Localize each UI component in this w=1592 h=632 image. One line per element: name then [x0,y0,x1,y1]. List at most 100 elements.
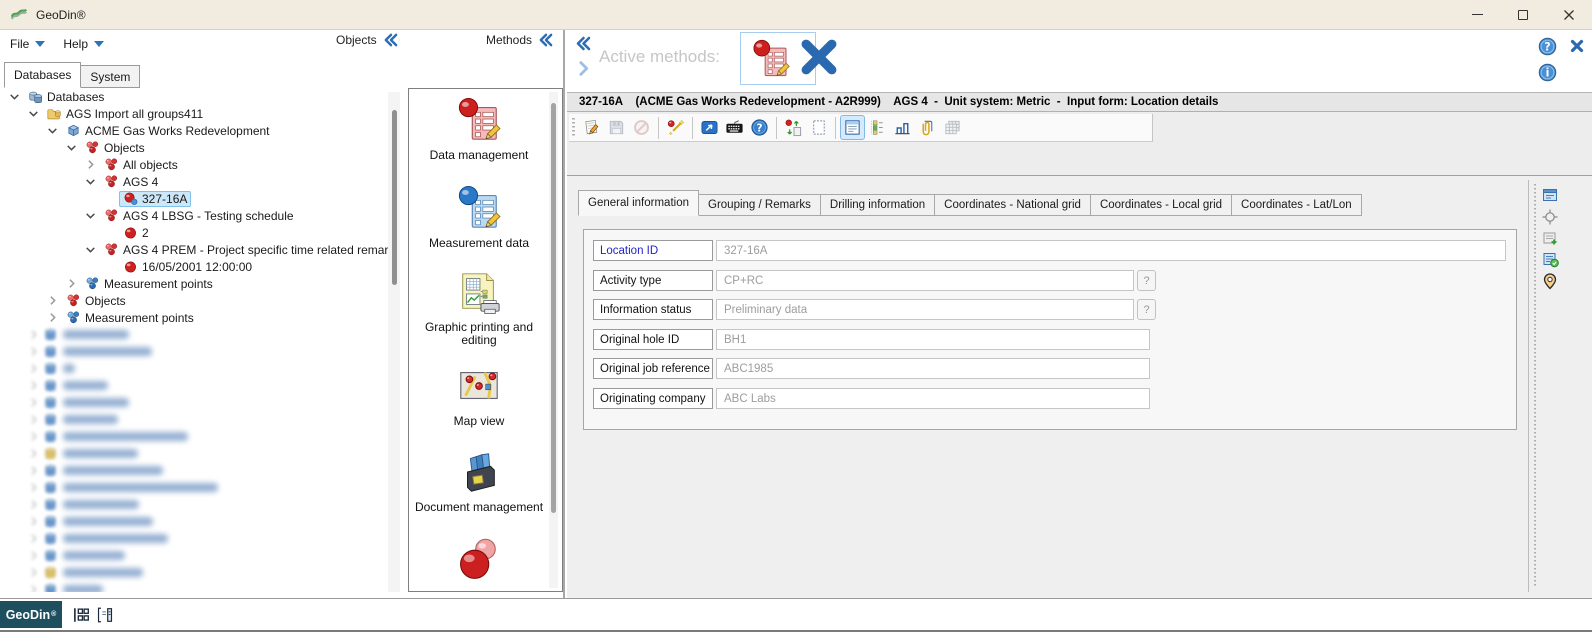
keyboard-button[interactable] [722,115,747,140]
tree-node-redacted[interactable] [0,513,388,530]
collapse-icon[interactable] [27,107,40,120]
collapse-icon[interactable] [84,243,97,256]
form-check-icon[interactable] [1541,250,1559,268]
tree-node-redacted[interactable] [0,496,388,513]
tree-node-redacted[interactable] [0,326,388,343]
menu-help[interactable]: Help [63,37,104,51]
expand-icon[interactable] [27,362,40,375]
attachments-button[interactable] [915,115,940,140]
method-measurement-data[interactable]: Measurement data [409,185,549,250]
chart-view-button[interactable] [890,115,915,140]
edit-button[interactable] [579,115,604,140]
form-add-icon[interactable] [1541,229,1559,247]
collapse-icon[interactable] [65,141,78,154]
tree-node-redacted[interactable] [0,547,388,564]
tree-node[interactable]: 16/05/2001 12:00:00 [0,258,388,275]
original-hole-id-input[interactable] [716,329,1150,350]
screen-view-button[interactable] [697,115,722,140]
tree-node[interactable]: 2 [0,224,388,241]
close-button[interactable] [1546,0,1592,29]
tree-node[interactable]: Objects [0,139,388,156]
expand-icon[interactable] [27,396,40,409]
expand-right-icon[interactable] [578,61,589,76]
tree-node-redacted[interactable] [0,530,388,547]
new-document-button[interactable] [806,115,831,140]
expand-icon[interactable] [27,447,40,460]
panel-splitter[interactable] [563,30,565,598]
tree-node[interactable]: AGS 4 LBSG - Testing schedule [0,207,388,224]
originating-company-input[interactable] [716,388,1150,409]
close-panel-icon[interactable] [1570,39,1584,53]
tree-node-redacted[interactable] [0,581,388,592]
tree-node-redacted[interactable] [0,377,388,394]
methods-panel-collapse[interactable]: Methods [486,33,553,47]
tree-node[interactable]: AGS Import all groups411 [0,105,388,122]
methods-scrollbar-thumb[interactable] [551,103,556,513]
cancel-button[interactable] [629,115,654,140]
collapse-icon[interactable] [84,175,97,188]
maximize-button[interactable] [1500,0,1546,29]
wizard-button[interactable] [663,115,688,140]
method-data-management[interactable]: Data management [409,97,549,162]
crosshair-icon[interactable] [1541,208,1559,226]
form-view-button[interactable] [840,115,865,140]
tab-drilling-information[interactable]: Drilling information [821,194,935,216]
tree-node-redacted[interactable] [0,394,388,411]
tab-general-information[interactable]: General information [578,190,699,216]
minimize-button[interactable] [1454,0,1500,29]
tree-node-selected[interactable]: 327-16A [0,190,388,207]
expand-icon[interactable] [27,379,40,392]
tree-node[interactable]: Objects [0,292,388,309]
tree-scrollbar-thumb[interactable] [392,110,397,285]
location-id-input[interactable] [716,240,1506,261]
expand-icon[interactable] [27,549,40,562]
location-pin-icon[interactable] [1541,272,1559,290]
activity-type-help-button[interactable]: ? [1137,270,1156,291]
tree-node[interactable]: All objects [0,156,388,173]
expand-icon[interactable] [27,430,40,443]
tab-coordinates-local-grid[interactable]: Coordinates - Local grid [1091,194,1232,216]
expand-icon[interactable] [46,311,59,324]
tree-node-redacted[interactable] [0,479,388,496]
table-view-button[interactable] [940,115,965,140]
collapse-left-icon[interactable] [575,36,591,51]
original-job-reference-input[interactable] [716,358,1150,379]
expand-icon[interactable] [84,158,97,171]
information-status-input[interactable] [716,299,1134,320]
tree-node-redacted[interactable] [0,462,388,479]
expand-icon[interactable] [65,277,78,290]
tree-node[interactable]: AGS 4 [0,173,388,190]
tree-node-redacted[interactable] [0,428,388,445]
tree-node-redacted[interactable] [0,564,388,581]
form-window-icon[interactable] [1541,186,1559,204]
tab-coordinates-lat-lon[interactable]: Coordinates - Lat/Lon [1232,194,1362,216]
record-list-button[interactable] [865,115,890,140]
active-method-tab[interactable] [740,32,816,85]
tree-node[interactable]: ACME Gas Works Redevelopment [0,122,388,139]
tree-node[interactable]: Measurement points [0,309,388,326]
tree-node-redacted[interactable] [0,445,388,462]
toolbar-grip[interactable] [572,118,575,138]
tab-system[interactable]: System [81,65,140,88]
collapse-icon[interactable] [84,209,97,222]
collapse-icon[interactable] [8,90,21,103]
expand-icon[interactable] [27,481,40,494]
expand-icon[interactable] [27,566,40,579]
save-button[interactable] [604,115,629,140]
method-document-management[interactable]: Document management [409,449,549,514]
tab-coordinates-national-grid[interactable]: Coordinates - National grid [935,194,1091,216]
expand-icon[interactable] [27,413,40,426]
tree-node-redacted[interactable] [0,360,388,377]
objects-panel-collapse[interactable]: Objects [336,33,398,47]
method-objects[interactable] [409,535,549,592]
close-method-icon[interactable] [799,36,839,78]
information-status-help-button[interactable]: ? [1137,299,1156,320]
info-circle-button[interactable]: i [1538,63,1557,82]
tree-node-redacted[interactable] [0,411,388,428]
expand-icon[interactable] [27,583,40,592]
help-button[interactable]: ? [747,115,772,140]
expand-icon[interactable] [27,345,40,358]
tree-node[interactable]: Measurement points [0,275,388,292]
tab-grouping-remarks[interactable]: Grouping / Remarks [699,194,821,216]
help-circle-button[interactable]: ? [1538,37,1557,56]
